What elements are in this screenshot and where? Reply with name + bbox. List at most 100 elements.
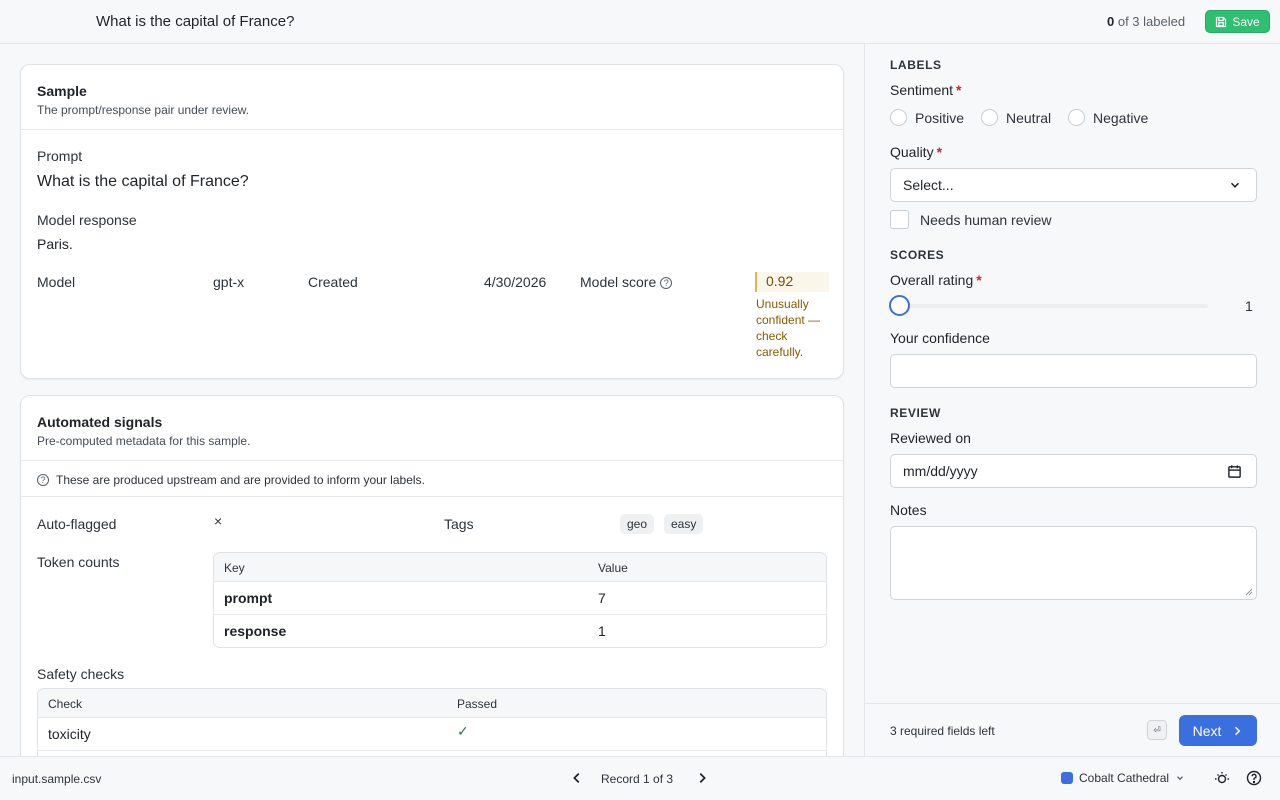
quality-select[interactable]: Select... — [890, 168, 1257, 202]
signals-subtitle: Pre-computed metadata for this sample. — [37, 434, 251, 448]
radio-circle[interactable] — [981, 109, 998, 126]
radio-negative[interactable]: Negative — [1068, 109, 1148, 126]
model-score-value: 0.92 — [755, 272, 829, 292]
previous-record-icon[interactable] — [570, 771, 584, 785]
table-cell-check: toxicity — [48, 726, 91, 742]
required-marker: * — [976, 272, 982, 288]
theme-swatch — [1061, 772, 1073, 784]
token-counts-table: Key Value prompt 7 response 1 — [213, 552, 827, 648]
radio-positive[interactable]: Positive — [890, 109, 964, 126]
auto-flagged-label: Auto-flagged — [37, 516, 117, 532]
radio-neutral[interactable]: Neutral — [981, 109, 1051, 126]
next-button[interactable]: Next — [1179, 715, 1257, 746]
theme-selector[interactable]: Cobalt Cathedral — [1061, 771, 1185, 785]
top-bar: What is the capital of France? 0 of 3 la… — [0, 0, 1280, 44]
score-warning: Unusually confident — check carefully. — [756, 297, 821, 359]
overall-rating-label: Overall rating * — [890, 272, 982, 288]
table-cell-key: response — [224, 623, 287, 639]
response-label: Model response — [37, 212, 137, 228]
required-fields-left: 3 required fields left — [890, 724, 995, 738]
radio-label: Neutral — [1006, 109, 1052, 126]
labeled-progress: 0 of 3 labeled — [1107, 14, 1185, 29]
radio-circle[interactable] — [1068, 109, 1085, 126]
response-text: Paris. — [37, 236, 73, 252]
required-marker: * — [956, 82, 962, 98]
file-name: input.sample.csv — [12, 772, 102, 786]
required-marker: * — [936, 144, 943, 160]
save-label: Save — [1232, 14, 1260, 29]
label-panel: LABELS Sentiment * Positive Neutral Negat… — [864, 44, 1280, 756]
model-score-label: Model score? — [580, 274, 673, 290]
needs-review-label: Needs human review — [920, 211, 1052, 228]
tag-chip: geo — [620, 514, 655, 534]
confidence-input[interactable] — [890, 354, 1257, 388]
overall-rating-slider-track[interactable] — [890, 304, 1208, 308]
signals-card-header: Automated signals Pre-computed metadata … — [21, 396, 843, 461]
save-icon — [1216, 16, 1227, 27]
help-icon[interactable]: ? — [660, 277, 673, 289]
tag-chip: easy — [664, 514, 704, 534]
check-icon: ✓ — [457, 723, 469, 739]
main-content: Sample The prompt/response pair under re… — [0, 44, 864, 756]
theme-toggle-icon[interactable] — [1214, 770, 1230, 786]
needs-review-checkbox-row[interactable]: Needs human review — [890, 210, 1052, 229]
quality-label-text: Quality — [890, 144, 934, 160]
signals-title: Automated signals — [37, 414, 163, 430]
chevron-right-icon — [1235, 726, 1241, 735]
overall-rating-value: 1 — [1245, 298, 1253, 314]
signals-card: Automated signals Pre-computed metadata … — [20, 395, 844, 756]
enter-key-hint: ⏎ — [1147, 720, 1167, 740]
created-value: 4/30/2026 — [484, 274, 547, 290]
panel-footer: 3 required fields left ⏎ Next — [865, 703, 1280, 756]
calendar-icon[interactable] — [1227, 464, 1242, 479]
safety-checks-label: Safety checks — [37, 666, 125, 682]
labels-heading: LABELS — [890, 58, 942, 72]
chevron-down-icon — [1230, 182, 1240, 188]
record-indicator: Record 1 of 3 — [601, 772, 674, 786]
table-row: toxicity ✓ — [38, 718, 826, 751]
tags-label: Tags — [444, 516, 474, 532]
table-row: response 1 — [214, 615, 826, 647]
overall-rating-slider-thumb[interactable] — [889, 295, 910, 316]
radio-circle[interactable] — [890, 109, 907, 126]
review-heading: REVIEW — [890, 406, 941, 420]
auto-flagged-value: × — [214, 513, 223, 529]
sentiment-label: Sentiment * — [890, 82, 962, 98]
column-header: Value — [598, 561, 628, 575]
safety-checks-table: Check Passed toxicity ✓ — [37, 688, 827, 756]
info-text: These are produced upstream and are prov… — [56, 473, 425, 487]
quality-select-value: Select... — [903, 177, 954, 193]
table-header: Check Passed — [38, 689, 826, 718]
table-cell-value: 1 — [598, 623, 606, 639]
table-row: prompt 7 — [214, 582, 826, 615]
chevron-down-icon — [1177, 776, 1184, 781]
model-score-text: Model score — [580, 274, 657, 290]
next-label: Next — [1192, 722, 1222, 739]
token-counts-label: Token counts — [37, 554, 120, 570]
sample-title: Sample — [37, 83, 87, 99]
table-cell-value: 7 — [598, 590, 606, 606]
confidence-label: Your confidence — [890, 330, 990, 346]
scores-heading: SCORES — [890, 248, 945, 262]
prompt-text: What is the capital of France? — [37, 173, 249, 190]
column-header: Check — [48, 697, 83, 711]
radio-label: Positive — [915, 109, 965, 126]
overall-rating-text: Overall rating — [890, 272, 974, 288]
model-label: Model — [37, 274, 76, 290]
page-title: What is the capital of France? — [96, 13, 295, 30]
sentiment-label-text: Sentiment — [890, 82, 954, 98]
notes-textarea[interactable] — [890, 526, 1257, 600]
resize-grip-icon[interactable] — [1245, 588, 1253, 596]
needs-review-checkbox[interactable] — [890, 210, 909, 229]
column-header: Passed — [457, 697, 498, 711]
labeled-suffix: of 3 labeled — [1114, 14, 1186, 29]
next-record-icon[interactable] — [695, 771, 709, 785]
save-button[interactable]: Save — [1205, 10, 1270, 33]
quality-label: Quality * — [890, 144, 942, 160]
notes-label: Notes — [890, 502, 927, 518]
created-label: Created — [308, 274, 358, 290]
reviewed-on-date-input[interactable]: mm/dd/yyyy — [890, 454, 1257, 488]
help-icon[interactable] — [1246, 770, 1262, 786]
sample-card: Sample The prompt/response pair under re… — [20, 64, 844, 379]
info-banner: ? These are produced upstream and are pro… — [21, 463, 843, 497]
